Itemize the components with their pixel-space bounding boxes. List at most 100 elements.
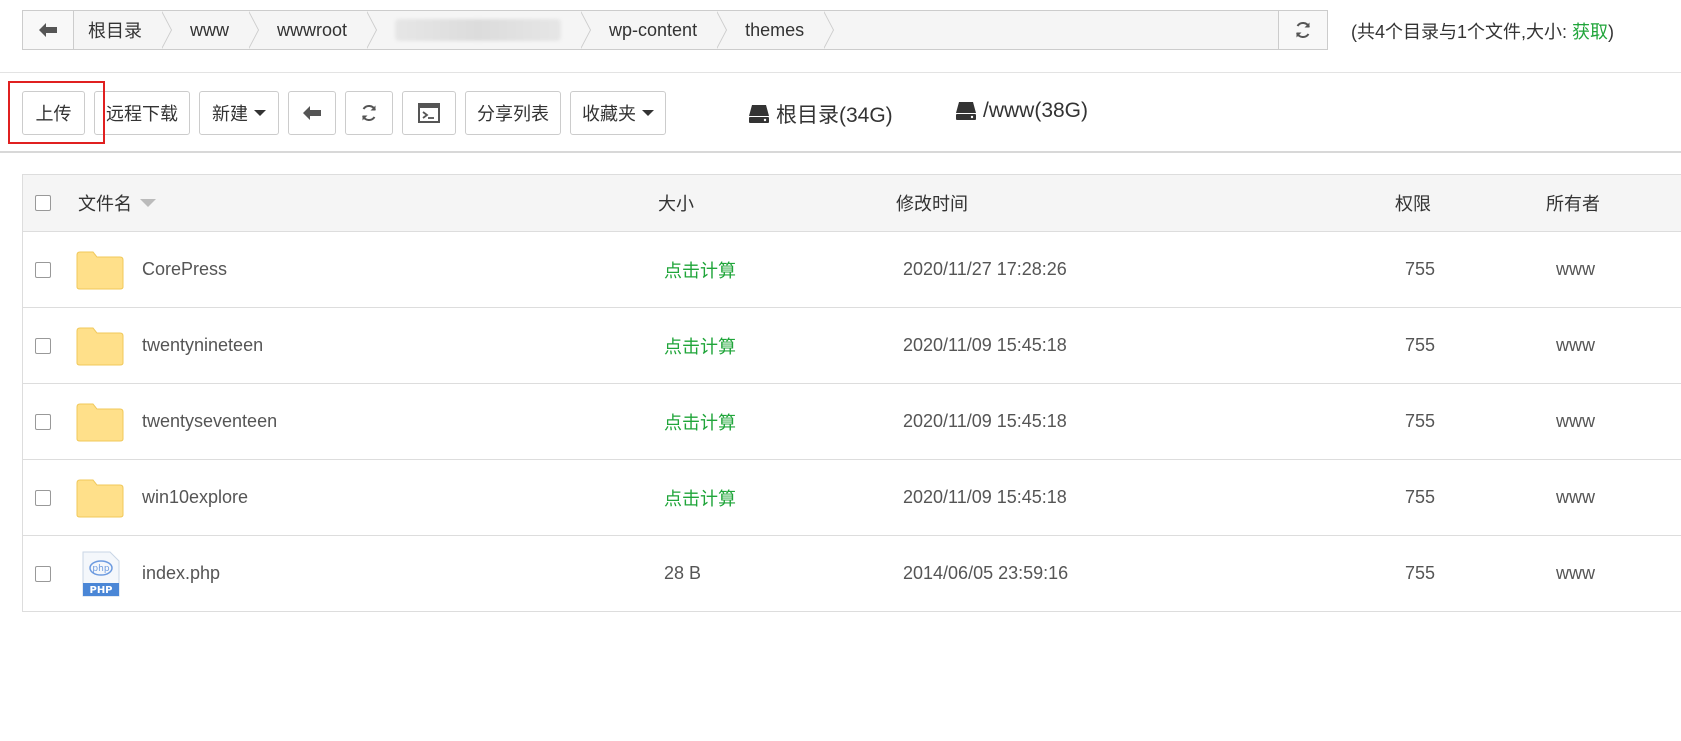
refresh-path-button[interactable] xyxy=(1278,11,1327,49)
table-row[interactable]: twentyseventeen 点击计算 2020/11/09 15:45:18 75… xyxy=(23,384,1681,460)
row-checkbox-cell xyxy=(35,308,51,383)
share-list-button[interactable]: 分享列表 xyxy=(465,91,561,135)
modified-time: 2014/06/05 23:59:16 xyxy=(903,563,1069,583)
refresh-icon xyxy=(362,104,376,122)
breadcrumb-label: wp-content xyxy=(609,19,698,40)
table-row[interactable]: win10explore 点击计算 2020/11/09 15:45:18 755 ww… xyxy=(23,460,1681,536)
breadcrumb-item-wwwroot[interactable]: wwwroot xyxy=(249,11,378,49)
row-checkbox[interactable] xyxy=(35,337,51,354)
file-name[interactable]: twentyseventeen xyxy=(142,411,277,432)
calculate-size-link[interactable]: 点击计算 xyxy=(664,308,736,383)
column-name-label: 文件名 xyxy=(78,194,132,214)
breadcrumb-item-root[interactable]: 根目录 xyxy=(74,11,172,49)
table-header: 文件名 大小 修改时间 权限 所有者 xyxy=(23,175,1681,232)
column-header-mtime[interactable]: 修改时间 xyxy=(896,175,968,231)
file-name-cell[interactable]: twentyseventeen xyxy=(76,384,277,459)
modified-time: 2020/11/09 15:45:18 xyxy=(903,487,1067,507)
favorites-dropdown-button[interactable]: 收藏夹 xyxy=(570,91,666,135)
upload-label: 上传 xyxy=(35,104,72,124)
folder-icon xyxy=(76,326,124,366)
table-row[interactable]: twentynineteen 点击计算 2020/11/09 15:45:18 755… xyxy=(23,308,1681,384)
file-name[interactable]: index.php xyxy=(142,563,220,584)
address-bar: 根目录 www wwwroot wp-content themes xyxy=(22,10,1328,50)
permission[interactable]: 755 xyxy=(1405,232,1435,307)
file-name[interactable]: CorePress xyxy=(142,259,227,280)
svg-text:PHP: PHP xyxy=(89,585,112,596)
share-list-label: 分享列表 xyxy=(477,104,549,124)
remote-download-button[interactable]: 远程下载 xyxy=(94,91,190,135)
column-header-permission[interactable]: 权限 xyxy=(1395,175,1431,231)
new-dropdown-button[interactable]: 新建 xyxy=(199,91,279,135)
row-checkbox[interactable] xyxy=(35,489,51,506)
owner[interactable]: www xyxy=(1556,384,1595,459)
directory-summary: (共4个目录与1个文件,大小: 获取) xyxy=(1351,18,1614,44)
new-label: 新建 xyxy=(212,104,248,124)
owner[interactable]: www xyxy=(1556,536,1595,611)
column-size-label: 大小 xyxy=(658,194,694,214)
get-size-link[interactable]: 获取 xyxy=(1572,22,1608,42)
row-checkbox[interactable] xyxy=(35,413,51,430)
permission[interactable]: 755 xyxy=(1405,308,1435,383)
modified-time: 2020/11/09 15:45:18 xyxy=(903,411,1067,431)
column-header-name[interactable]: 文件名 xyxy=(78,175,156,231)
owner[interactable]: www xyxy=(1556,460,1595,535)
file-name-cell[interactable]: twentynineteen xyxy=(76,308,263,383)
breadcrumb-item-www[interactable]: www xyxy=(162,11,259,49)
breadcrumb-item-wp-content[interactable]: wp-content xyxy=(581,11,728,49)
file-name[interactable]: twentynineteen xyxy=(142,335,263,356)
disk-root-button[interactable]: 根目录(34G) xyxy=(748,99,893,129)
calculate-size-link[interactable]: 点击计算 xyxy=(664,384,736,459)
row-checkbox[interactable] xyxy=(35,261,51,278)
owner[interactable]: www xyxy=(1556,308,1595,383)
permission[interactable]: 755 xyxy=(1405,460,1435,535)
row-checkbox[interactable] xyxy=(35,565,51,582)
permission[interactable]: 755 xyxy=(1405,536,1435,611)
disk-label: 根目录(34G) xyxy=(776,104,893,127)
summary-text: (共4个目录与1个文件,大小: xyxy=(1351,22,1573,42)
folder-icon xyxy=(76,478,124,518)
row-checkbox-cell xyxy=(35,232,51,307)
disk-www-button[interactable]: /www(38G) xyxy=(955,99,1088,123)
file-name[interactable]: win10explore xyxy=(142,487,248,508)
refresh-button[interactable] xyxy=(345,91,393,135)
folder-icon xyxy=(76,402,124,442)
folder-icon xyxy=(76,250,124,290)
file-name-cell[interactable]: php PHP index.php xyxy=(78,536,220,611)
column-header-owner[interactable]: 所有者 xyxy=(1546,175,1600,231)
refresh-icon xyxy=(1296,21,1310,39)
table-row[interactable]: php PHP index.php 28 B 2014/06/05 23:59:16 75… xyxy=(23,536,1681,612)
table-row[interactable]: CorePress 点击计算 2020/11/27 17:28:26 755 www xyxy=(23,232,1681,308)
column-mtime-label: 修改时间 xyxy=(896,194,968,214)
select-all-checkbox[interactable] xyxy=(35,195,51,211)
modified-time: 2020/11/09 15:45:18 xyxy=(903,335,1067,355)
permission[interactable]: 755 xyxy=(1405,384,1435,459)
upload-button[interactable]: 上传 xyxy=(22,91,85,135)
remote-download-label: 远程下载 xyxy=(106,104,178,124)
divider xyxy=(0,151,1681,153)
breadcrumb-label: 根目录 xyxy=(88,21,142,41)
chevron-down-icon xyxy=(642,110,654,116)
back-button[interactable] xyxy=(23,11,74,49)
file-name-cell[interactable]: win10explore xyxy=(76,460,248,535)
favorites-label: 收藏夹 xyxy=(582,104,636,124)
disk-label: /www(38G) xyxy=(983,99,1089,122)
row-checkbox-cell xyxy=(35,384,51,459)
calculate-size-link[interactable]: 点击计算 xyxy=(664,460,736,535)
sort-down-icon xyxy=(140,199,156,207)
chevron-down-icon xyxy=(254,110,266,116)
toolbar: 上传 远程下载 新建 分享列表 收藏夹 xyxy=(22,91,675,135)
column-perm-label: 权限 xyxy=(1395,194,1431,214)
svg-text:php: php xyxy=(92,564,109,574)
breadcrumb-item-hidden[interactable] xyxy=(367,11,592,49)
calculate-size-link[interactable]: 点击计算 xyxy=(664,232,736,307)
file-name-cell[interactable]: CorePress xyxy=(76,232,227,307)
column-header-size[interactable]: 大小 xyxy=(658,175,694,231)
breadcrumb-label: wwwroot xyxy=(277,19,348,40)
arrow-left-icon xyxy=(303,106,321,120)
hard-drive-icon xyxy=(749,105,769,123)
breadcrumb-item-themes[interactable]: themes xyxy=(717,11,835,49)
terminal-icon xyxy=(418,103,440,123)
owner[interactable]: www xyxy=(1556,232,1595,307)
up-level-button[interactable] xyxy=(288,91,336,135)
terminal-button[interactable] xyxy=(402,91,456,135)
